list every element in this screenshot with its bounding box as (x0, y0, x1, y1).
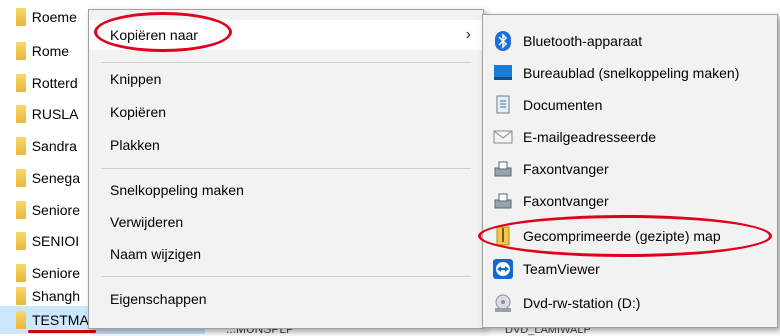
folder-label: Rotterd (31, 75, 78, 91)
submenu-item-label: Bureaublad (snelkoppeling maken) (523, 65, 740, 81)
submenu-item-label: Faxontvanger (523, 193, 609, 209)
submenu-item-mail-recipient[interactable]: E-mailgeadresseerde (483, 121, 777, 153)
folder-label: Shangh (31, 288, 80, 304)
dvd-drive-icon (493, 293, 513, 313)
folder-icon (16, 264, 26, 282)
folder-row[interactable]: SENIOI (0, 228, 90, 254)
mail-recipient-icon (493, 127, 513, 147)
submenu-item-label: E-mailgeadresseerde (523, 129, 657, 145)
menu-item-paste[interactable]: Plakken (89, 130, 483, 160)
submenu-item-fax-1[interactable]: Faxontvanger (483, 153, 777, 185)
submenu-item-label: Faxontvanger (523, 161, 609, 177)
folder-label: Roeme (31, 9, 77, 25)
submenu-item-fax-2[interactable]: Faxontvanger (483, 185, 777, 217)
folder-icon (16, 8, 26, 26)
documents-icon (493, 95, 513, 115)
folder-row[interactable]: Rome (0, 38, 90, 64)
submenu-item-bluetooth[interactable]: Bluetooth-apparaat (483, 25, 777, 57)
submenu-item-label: TeamViewer (523, 261, 600, 277)
menu-item-label: Plakken (110, 137, 160, 153)
fax-icon (493, 191, 513, 211)
menu-separator (101, 62, 471, 63)
menu-item-properties[interactable]: Eigenschappen (89, 284, 483, 314)
folder-row[interactable]: Roeme (0, 4, 90, 30)
copy-to-submenu: Bluetooth-apparaat Bureaublad (snelkoppe… (482, 14, 778, 328)
menu-item-label: Kopiëren (110, 104, 167, 120)
menu-item-create-shortcut[interactable]: Snelkoppeling maken (89, 175, 483, 205)
submenu-item-documents[interactable]: Documenten (483, 89, 777, 121)
folder-row[interactable]: Rotterd (0, 70, 90, 96)
submenu-item-label: Bluetooth-apparaat (523, 33, 643, 49)
menu-item-label: Naam wijzigen (110, 246, 202, 262)
folder-label: Senega (31, 170, 80, 186)
submenu-item-label: Documenten (523, 97, 603, 113)
folder-row[interactable]: Sandra (0, 133, 90, 159)
folder-icon (16, 105, 26, 123)
teamviewer-icon (493, 259, 513, 279)
folder-label: Seniore (31, 265, 80, 281)
folder-label: Rome (31, 43, 70, 59)
chevron-right-icon: › (465, 26, 471, 43)
menu-item-label: Eigenschappen (110, 291, 207, 307)
fax-icon (493, 159, 513, 179)
folder-icon (16, 137, 26, 155)
submenu-item-teamviewer[interactable]: TeamViewer (483, 253, 777, 285)
folder-icon (16, 287, 26, 305)
annotation-circle-compressed-folder (478, 215, 772, 257)
folder-row[interactable]: Senega (0, 165, 90, 191)
folder-icon (16, 169, 26, 187)
menu-item-delete[interactable]: Verwijderen (89, 207, 483, 237)
submenu-item-dvd-drive[interactable]: Dvd-rw-station (D:) (483, 287, 777, 319)
folder-row[interactable]: Seniore (0, 197, 90, 223)
menu-item-copy[interactable]: Kopiëren (89, 97, 483, 127)
menu-separator (101, 276, 471, 277)
menu-item-label: Knippen (110, 71, 162, 87)
menu-item-label: Verwijderen (110, 214, 184, 230)
annotation-underline (28, 330, 96, 333)
menu-separator (101, 168, 471, 169)
folder-icon (16, 232, 26, 250)
annotation-circle-copy-to (94, 12, 232, 52)
menu-item-label: Snelkoppeling maken (110, 182, 244, 198)
context-menu: Kopiëren naar › Knippen Kopiëren Plakken… (88, 9, 484, 329)
menu-item-rename[interactable]: Naam wijzigen (89, 239, 483, 269)
folder-icon (16, 201, 26, 219)
folder-row[interactable]: RUSLA (0, 101, 90, 127)
menu-item-cut[interactable]: Knippen (89, 64, 483, 94)
desktop-icon (493, 63, 513, 83)
folder-icon (16, 311, 26, 329)
folder-icon (16, 74, 26, 92)
folder-icon (16, 42, 26, 60)
bluetooth-icon (493, 31, 513, 51)
folder-label: Sandra (31, 138, 77, 154)
submenu-item-desktop[interactable]: Bureaublad (snelkoppeling maken) (483, 57, 777, 89)
folder-label: RUSLA (31, 106, 79, 122)
submenu-item-label: Dvd-rw-station (D:) (523, 295, 641, 311)
folder-label: SENIOI (31, 233, 80, 249)
folder-label: Seniore (31, 202, 80, 218)
